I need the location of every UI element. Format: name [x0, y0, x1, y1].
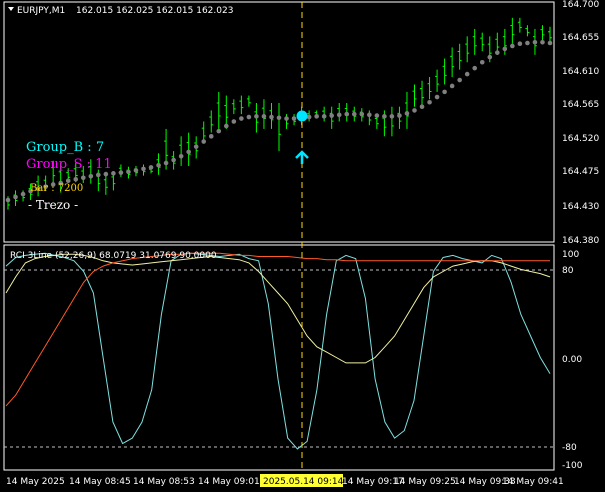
- ma-dot: [261, 114, 267, 119]
- ma-dot: [276, 115, 282, 121]
- ma-dot: [186, 149, 191, 155]
- ma-dot: [472, 65, 478, 71]
- ma-dot: [148, 165, 154, 170]
- ma-dot: [442, 89, 447, 95]
- ma-dot: [525, 40, 530, 46]
- ma-dot: [404, 111, 410, 116]
- ma-dot: [464, 71, 470, 77]
- ma-dot: [5, 197, 11, 203]
- price-tick: 164.475: [562, 167, 599, 177]
- ma-dot: [382, 114, 387, 119]
- ma-dot: [502, 46, 508, 52]
- ma-dot: [412, 108, 417, 113]
- ma-dot: [344, 111, 350, 117]
- ma-dot: [111, 171, 116, 176]
- ma-dot: [73, 176, 79, 182]
- ma-dot: [306, 114, 312, 120]
- price-tick: 164.610: [562, 67, 599, 77]
- ohlc-values: 162.015 162.025 162.015 162.023: [76, 6, 233, 16]
- ma-dot: [540, 39, 545, 45]
- time-tick: 14 May 08:53: [133, 477, 195, 487]
- ma-dot: [449, 83, 455, 89]
- time-tick: 14 May 09:25: [394, 477, 456, 487]
- ma-dot: [254, 114, 259, 119]
- symbol-label: EURJPY,M1: [17, 6, 65, 16]
- ma-dot: [201, 139, 207, 144]
- ma-dot: [126, 169, 131, 175]
- price-tick: 164.565: [562, 100, 599, 110]
- ma-dot: [479, 59, 485, 65]
- ma-dot: [487, 54, 493, 60]
- ma-dot: [389, 114, 395, 119]
- time-tick: 14 May 2025: [6, 477, 65, 487]
- time-tick: 14 May 09:01: [198, 477, 260, 487]
- ma-dot: [231, 119, 237, 124]
- ma-dot: [239, 116, 244, 121]
- rci-tick: 100: [562, 250, 579, 260]
- price-tick: 164.380: [562, 236, 599, 246]
- ma-dot: [517, 41, 523, 47]
- ma-dot: [367, 112, 372, 118]
- ma-dot: [178, 154, 184, 159]
- price-tick: 164.700: [562, 0, 599, 10]
- ma-dot: [141, 166, 146, 172]
- ma-dot: [80, 175, 86, 181]
- ma-dot: [291, 116, 297, 121]
- ma-dot: [351, 111, 357, 117]
- group-b-text: Group_B : 7: [26, 140, 104, 155]
- ma-dot: [374, 113, 380, 118]
- ma-dot: [397, 113, 402, 118]
- ma-dot: [88, 174, 94, 179]
- rci-tick: -100: [562, 461, 583, 471]
- ma-dot: [96, 172, 101, 178]
- price-tick: 164.430: [562, 202, 599, 212]
- ma-dot: [216, 128, 222, 134]
- ma-dot: [193, 144, 199, 149]
- ma-dot: [336, 112, 342, 118]
- rci-tick: 80: [562, 266, 574, 276]
- ma-dot: [434, 94, 440, 100]
- trezo-text: - Trezo -: [28, 198, 78, 212]
- ma-dot: [13, 194, 18, 200]
- rci-tick: -80: [562, 443, 577, 453]
- ma-dot: [547, 40, 553, 46]
- indicator-label: RCI 3Line (52,26,9) 68.0719 31.0769 90.0…: [10, 251, 217, 261]
- ma-dot: [359, 111, 365, 117]
- time-tick: 14 May 09:41: [502, 477, 564, 487]
- price-tick: 164.520: [562, 134, 599, 144]
- ma-dot: [269, 114, 274, 120]
- group-s-text: Group_S : 11: [26, 157, 112, 172]
- time-tick: 14 May 08:45: [69, 477, 131, 487]
- ma-dot: [284, 116, 289, 121]
- ma-dot: [457, 77, 462, 83]
- ma-dot: [329, 113, 334, 118]
- rci-tick: 0.00: [562, 355, 582, 365]
- ma-dot: [321, 114, 327, 119]
- ma-dot: [163, 160, 169, 166]
- crosshair-time-label: 2025.05.14 09:14: [263, 477, 344, 487]
- ma-dot: [156, 162, 161, 168]
- bar-count-text: Bar : 7200: [30, 183, 83, 194]
- ma-dot: [103, 171, 109, 177]
- ma-dot: [208, 134, 214, 139]
- ma-dot: [314, 114, 319, 119]
- crosshair-marker-dot: [296, 110, 308, 122]
- ma-dot: [419, 104, 425, 109]
- ma-dot: [171, 157, 176, 163]
- ma-dot: [224, 123, 229, 129]
- ma-dot: [532, 39, 538, 45]
- ma-dot: [495, 50, 500, 55]
- ma-dot: [133, 168, 139, 173]
- ma-dot: [20, 191, 26, 197]
- chart-canvas[interactable]: RCI 3Line (52,26,9) 68.0719 31.0769 90.0…: [0, 0, 605, 492]
- ma-dot: [246, 114, 252, 120]
- chart-header: EURJPY,M1 162.015 162.025 162.015 162.02…: [8, 6, 233, 16]
- price-tick: 164.655: [562, 33, 599, 43]
- ma-dot: [427, 99, 432, 105]
- ma-dot: [118, 170, 124, 175]
- ma-dot: [510, 43, 515, 49]
